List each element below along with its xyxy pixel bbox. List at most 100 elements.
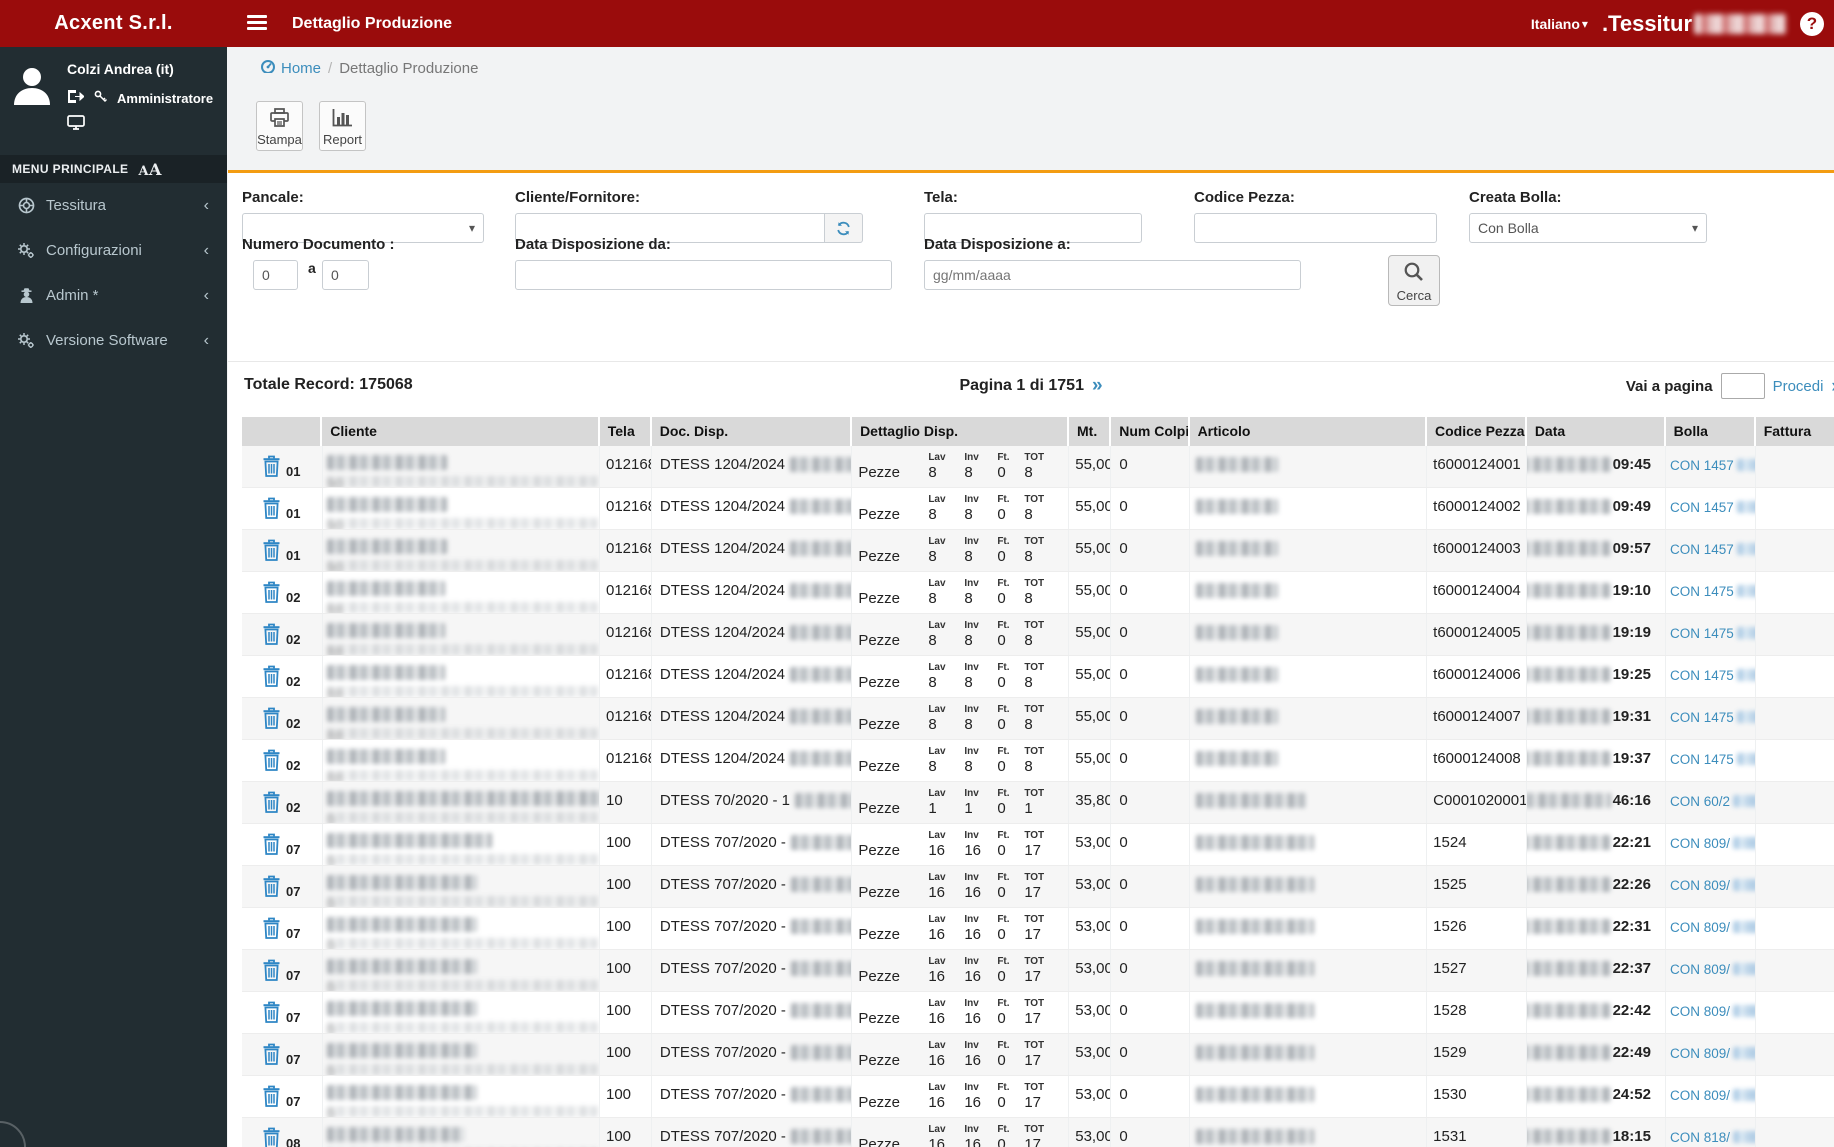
num-colpi-value: 0	[1111, 782, 1190, 823]
time-value: 09:49	[1612, 498, 1651, 515]
bolla-link[interactable]: CON 1475	[1670, 710, 1734, 725]
delete-row-icon[interactable]	[262, 959, 281, 982]
goto-page-input[interactable]	[1720, 373, 1765, 399]
bolla-link[interactable]: CON 809/	[1670, 1088, 1730, 1103]
cerca-button[interactable]: Cerca	[1388, 255, 1440, 306]
row-number: 01	[286, 464, 301, 479]
time-value: 19:19	[1612, 624, 1651, 641]
logout-icon[interactable]	[67, 89, 85, 107]
dettaglio-mini-table: Lav 1 Inv 1 Ft. 0 TOT 1	[928, 788, 1045, 817]
bolla-link[interactable]: CON 60/2	[1670, 794, 1730, 809]
refresh-icon[interactable]	[825, 213, 863, 243]
bolla-link[interactable]: CON 1457	[1670, 542, 1734, 557]
data-redacted	[1526, 1129, 1611, 1144]
bolla-link[interactable]: CON 818/	[1670, 1130, 1730, 1145]
delete-row-icon[interactable]	[262, 791, 281, 814]
cliente-cell: 90	[323, 488, 600, 529]
tela-value: 100	[600, 950, 652, 991]
delete-row-icon[interactable]	[262, 623, 281, 646]
monitor-icon[interactable]	[67, 115, 85, 135]
bolla-link[interactable]: CON 809/	[1670, 836, 1730, 851]
table-row: 07 0 100 DTESS 707/2020 - Pezze Lav 16 In…	[242, 992, 1834, 1034]
numero-documento-da-input[interactable]	[253, 260, 298, 290]
fattura-cell	[1756, 950, 1834, 991]
delete-row-icon[interactable]	[262, 497, 281, 520]
delete-row-icon[interactable]	[262, 917, 281, 940]
delete-row-icon[interactable]	[262, 1001, 281, 1024]
bolla-link[interactable]: CON 1475	[1670, 668, 1734, 683]
table-row: 02 0 10 DTESS 70/2020 - 1 Pezze Lav 1 Inv…	[242, 782, 1834, 824]
language-selector[interactable]: Italiano ▾	[1531, 16, 1588, 32]
bolla-link[interactable]: CON 1457	[1670, 500, 1734, 515]
data-cell: 22:42	[1526, 992, 1666, 1033]
fattura-cell	[1756, 1076, 1834, 1117]
sidebar-item-versione-software[interactable]: Versione Software ‹	[0, 318, 227, 363]
key-icon[interactable]	[94, 90, 108, 106]
bolla-link[interactable]: CON 1475	[1670, 752, 1734, 767]
delete-row-icon[interactable]	[262, 1043, 281, 1066]
stampa-button[interactable]: Stampa	[256, 101, 303, 151]
bolla-redacted	[1736, 585, 1755, 597]
data-disposizione-a-input[interactable]	[924, 260, 1301, 290]
delete-row-icon[interactable]	[262, 1085, 281, 1108]
delete-row-icon[interactable]	[262, 875, 281, 898]
delete-row-icon[interactable]	[262, 1127, 281, 1147]
top-header: Acxent S.r.l. Dettaglio Produzione Itali…	[0, 0, 1834, 47]
data-a-label: Data Disposizione a:	[924, 236, 1071, 253]
page-indicator: Pagina 1 di 1751 »	[959, 375, 1103, 396]
creata-bolla-select[interactable]: Con Bolla ▾	[1469, 213, 1707, 243]
doc-disp-redacted	[795, 793, 852, 808]
procedi-link[interactable]: Procedi	[1773, 378, 1824, 395]
num-colpi-value: 0	[1111, 656, 1190, 697]
data-cell: 19:19	[1526, 614, 1666, 655]
cliente-redacted	[326, 707, 445, 722]
dettaglio-disp-cell: Pezze Lav 8 Inv 8 Ft. 0 TOT 8	[852, 656, 1070, 697]
doc-disp-redacted	[790, 961, 852, 976]
row-number: 07	[286, 1052, 301, 1067]
delete-row-icon[interactable]	[262, 581, 281, 604]
next-pages-icon[interactable]: »	[1092, 376, 1103, 395]
delete-row-icon[interactable]	[262, 833, 281, 856]
sidebar-toggle-icon[interactable]	[247, 15, 267, 31]
fattura-cell	[1756, 446, 1834, 487]
delete-row-icon[interactable]	[262, 455, 281, 478]
bolla-redacted	[1732, 1047, 1755, 1059]
fattura-cell	[1756, 488, 1834, 529]
delete-row-icon[interactable]	[262, 707, 281, 730]
cliente-redacted-line2: 0	[326, 896, 599, 907]
num-colpi-value: 0	[1111, 488, 1190, 529]
sidebar-item-configurazioni[interactable]: Configurazioni ‹	[0, 228, 227, 273]
sidebar-item-tessitura[interactable]: Tessitura ‹	[0, 183, 227, 228]
help-icon[interactable]: ?	[1800, 11, 1824, 36]
pezze-label: Pezze	[858, 800, 901, 817]
breadcrumb-home-link[interactable]: Home	[260, 59, 321, 77]
num-colpi-value: 0	[1111, 614, 1190, 655]
row-number: 07	[286, 1010, 301, 1025]
bolla-link[interactable]: CON 1457	[1670, 458, 1734, 473]
bolla-link[interactable]: CON 809/	[1670, 962, 1730, 977]
bolla-link[interactable]: CON 809/	[1670, 878, 1730, 893]
delete-row-icon[interactable]	[262, 539, 281, 562]
chevron-left-icon: ‹	[203, 196, 209, 214]
font-size-icon[interactable]: AA	[138, 160, 161, 179]
delete-row-icon[interactable]	[262, 665, 281, 688]
report-button[interactable]: Report	[319, 101, 366, 151]
numero-documento-a-input[interactable]	[322, 260, 369, 290]
doc-disp-cell: DTESS 707/2020 -	[652, 950, 853, 991]
bolla-link[interactable]: CON 1475	[1670, 626, 1734, 641]
delete-row-icon[interactable]	[262, 749, 281, 772]
fattura-cell	[1756, 866, 1834, 907]
num-colpi-value: 0	[1111, 1034, 1190, 1075]
time-value: 22:21	[1612, 834, 1651, 851]
bolla-link[interactable]: CON 809/	[1670, 920, 1730, 935]
bolla-link[interactable]: CON 809/	[1670, 1004, 1730, 1019]
mt-value: 53,00	[1069, 1118, 1112, 1147]
codice-pezza-input[interactable]	[1194, 213, 1437, 243]
data-disposizione-da-input[interactable]	[515, 260, 892, 290]
data-cell: 19:10	[1526, 572, 1666, 613]
bolla-link[interactable]: CON 1475	[1670, 584, 1734, 599]
col-header-codice-pezza: Codice Pezza	[1427, 417, 1527, 446]
cliente-redacted-line2: 0	[326, 854, 599, 865]
sidebar-item-admin[interactable]: Admin * ‹	[0, 273, 227, 318]
bolla-link[interactable]: CON 809/	[1670, 1046, 1730, 1061]
